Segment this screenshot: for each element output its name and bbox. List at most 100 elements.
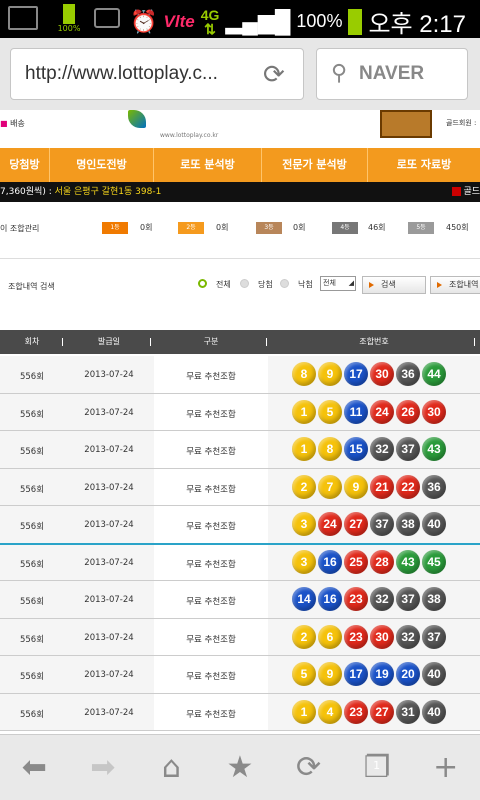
- lotto-balls: 1 4 23 27 31 40: [292, 699, 446, 724]
- lotto-ball: 8: [318, 437, 342, 461]
- history-button-label: 조합내역: [449, 280, 479, 289]
- url-field[interactable]: http://www.lottoplay.c... ⟳: [10, 48, 304, 100]
- col-separator: [150, 338, 151, 346]
- cell-round: 556회: [19, 447, 45, 457]
- header-left-text: 배송: [10, 119, 25, 128]
- notification-icons: [8, 6, 38, 30]
- tab-count: 1: [373, 758, 381, 772]
- lotto-ball: 32: [396, 624, 420, 649]
- logo-subtitle: www.lottoplay.co.kr: [160, 132, 219, 139]
- nav-item-winning[interactable]: 당첨방: [0, 148, 50, 182]
- lotto-balls: 2 6 23 30 32 37: [292, 624, 446, 649]
- radio-lose[interactable]: [280, 279, 289, 288]
- radio-win[interactable]: [240, 279, 249, 288]
- lotto-ball: 31: [396, 699, 420, 724]
- radio-lose-label: 낙첨: [298, 280, 313, 289]
- nav-item-master[interactable]: 명인도전방: [50, 148, 154, 182]
- lotto-ball: 36: [396, 362, 420, 386]
- tabs-icon[interactable]: ❐ 1: [357, 748, 397, 788]
- lotto-balls: 14 16 23 32 37 38: [292, 587, 446, 611]
- gold-banner-image[interactable]: [380, 110, 432, 138]
- info-right[interactable]: 골드: [452, 182, 480, 202]
- main-nav: 당첨방 명인도전방 로또 분석방 전문가 분석방 로또 자료방: [0, 148, 480, 182]
- cell-round: 556회: [19, 372, 45, 382]
- cell-date: 2013-07-24: [84, 370, 134, 380]
- lotto-ball: 26: [396, 399, 420, 424]
- col-type: 구분: [203, 337, 219, 346]
- lotto-ball: 27: [344, 512, 368, 536]
- lotto-ball: 32: [370, 437, 394, 461]
- cell-round: 556회: [19, 522, 45, 532]
- url-text: http://www.lottoplay.c...: [25, 63, 218, 84]
- lotto-ball: 7: [318, 474, 342, 499]
- home-icon[interactable]: ⌂: [151, 748, 191, 788]
- cell-date: 2013-07-24: [84, 407, 134, 418]
- col-separator: [474, 338, 475, 346]
- search-field[interactable]: ⚲ NAVER: [316, 48, 468, 100]
- rank-badge-3: 3등: [256, 222, 282, 234]
- cell-date: 2013-07-24: [84, 707, 134, 718]
- lotto-ball: 43: [422, 437, 446, 461]
- network-type-indicator: 4G ⇅: [200, 6, 220, 37]
- nav-item-data[interactable]: 로또 자료방: [368, 148, 480, 182]
- search-row: 조합내역 검색 전체 당첨 낙첨 전체 ◢ 검색 조합내역: [0, 276, 480, 296]
- nav-item-expert[interactable]: 전문가 분석방: [262, 148, 368, 182]
- history-button[interactable]: 조합내역: [430, 276, 480, 294]
- site-header: ■ 배송 www.lottoplay.co.kr 골드회원 :: [0, 110, 480, 148]
- lotto-ball: 28: [370, 549, 394, 574]
- cell-type: 무료 추천조합: [186, 522, 236, 532]
- cell-type: 무료 추천조합: [186, 372, 236, 382]
- table-row: 556회 2013-07-24 무료 추천조합 3 16 25 28 43 45: [0, 543, 480, 581]
- scroll-indicator: [0, 543, 480, 545]
- lotto-ball: 3: [292, 549, 316, 574]
- lotto-balls: 5 9 17 19 20 40: [292, 662, 446, 686]
- gold-member-label: 골드회원 :: [446, 119, 477, 127]
- lotto-ball: 24: [370, 399, 394, 424]
- lotto-ball: 6: [318, 624, 342, 649]
- nav-item-analysis[interactable]: 로또 분석방: [154, 148, 262, 182]
- lotto-ball: 40: [422, 662, 446, 686]
- lotto-ball: 3: [292, 512, 316, 536]
- back-icon[interactable]: ⬅: [14, 748, 54, 788]
- lotto-ball: 38: [422, 587, 446, 611]
- rank-badge-5: 5등: [408, 222, 434, 234]
- refresh-icon[interactable]: ⟳: [289, 748, 329, 788]
- battery-notification-icon: 100%: [56, 4, 82, 33]
- info-bar: 7,360원씩) : 서울 은평구 갈현1동 398-1 골드: [0, 182, 480, 202]
- search-button[interactable]: 검색: [362, 276, 426, 294]
- lotto-ball: 14: [292, 587, 316, 611]
- forward-icon[interactable]: ➡: [83, 748, 123, 788]
- arrow-icon: [437, 282, 442, 288]
- lotto-ball: 37: [422, 624, 446, 649]
- arrow-icon: [452, 187, 462, 196]
- filter-select[interactable]: 전체 ◢: [320, 276, 356, 291]
- radio-all[interactable]: [198, 279, 207, 288]
- youtube-icon: [94, 8, 120, 28]
- lotto-ball: 17: [344, 362, 368, 386]
- arrow-icon: [369, 282, 374, 288]
- search-label: 조합내역 검색: [8, 282, 55, 291]
- search-engine-label: NAVER: [359, 63, 425, 84]
- star-icon[interactable]: ★: [220, 748, 260, 788]
- info-address: 서울 은평구 갈현1동 398-1: [54, 187, 162, 197]
- refresh-icon[interactable]: ⟳: [263, 61, 291, 89]
- alarm-icon: ⏰: [130, 8, 158, 34]
- lotto-ball: 38: [396, 512, 420, 536]
- rank-badge-1: 1등: [102, 222, 128, 234]
- lotto-ball: 9: [344, 474, 368, 499]
- lotto-ball: 22: [396, 474, 420, 499]
- stats-label: 이 조합관리: [0, 224, 40, 233]
- lotto-balls: 3 16 25 28 43 45: [292, 549, 446, 574]
- new-tab-icon[interactable]: +: [426, 748, 466, 788]
- battery-icon: [348, 8, 363, 35]
- lotto-ball: 5: [292, 662, 316, 686]
- cell-round: 556회: [19, 634, 45, 645]
- site-logo[interactable]: [128, 110, 146, 128]
- lotto-ball: 1: [292, 699, 316, 724]
- cell-date: 2013-07-24: [84, 557, 134, 568]
- volte-indicator: Vlte: [163, 11, 195, 31]
- lotto-ball: 24: [318, 512, 342, 536]
- search-icon: ⚲: [331, 61, 348, 86]
- header-left[interactable]: ■ 배송: [0, 118, 25, 129]
- lotto-ball: 9: [318, 362, 342, 386]
